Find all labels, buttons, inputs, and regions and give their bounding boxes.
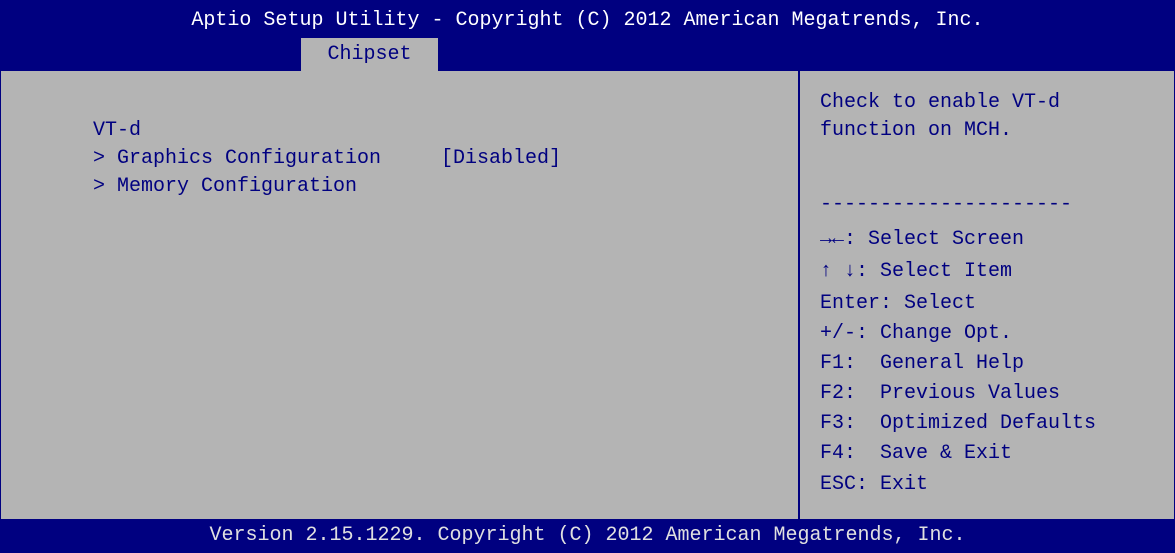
setting-label: > Memory Configuration xyxy=(93,175,358,198)
help-description-line: function on MCH. xyxy=(820,119,1013,142)
help-separator: --------------------- xyxy=(820,193,1073,216)
bios-screen: Aptio Setup Utility - Copyright (C) 2012… xyxy=(0,0,1175,553)
key-hint-select-item: ↑ ↓: Select Item xyxy=(820,260,1013,283)
help-panel: Check to enable VT-d function on MCH. --… xyxy=(800,71,1174,519)
key-hint-enter: Enter: Select xyxy=(820,292,977,315)
app-title: Aptio Setup Utility - Copyright (C) 2012… xyxy=(191,9,984,32)
up-down-arrows-icon: ↑ ↓ xyxy=(820,260,857,283)
footer-bar: Version 2.15.1229. Copyright (C) 2012 Am… xyxy=(1,519,1174,552)
key-hint-select-screen: →←: Select Screen xyxy=(820,228,1025,251)
key-hint-f1: F1: General Help xyxy=(820,352,1025,375)
key-hint-esc: ESC: Exit xyxy=(820,473,929,496)
submenu-graphics-configuration[interactable]: > Graphics Configuration xyxy=(21,117,381,170)
key-hint-change-opt: +/-: Change Opt. xyxy=(820,322,1013,345)
key-hint-f2: F2: Previous Values xyxy=(820,382,1061,405)
key-hint-f3: F3: Optimized Defaults xyxy=(820,412,1097,435)
tab-chipset[interactable]: Chipset xyxy=(301,38,438,71)
header-bar: Aptio Setup Utility - Copyright (C) 2012… xyxy=(1,1,1174,71)
submenu-memory-configuration[interactable]: > Memory Configuration xyxy=(21,145,357,198)
help-description-line: Check to enable VT-d xyxy=(820,91,1061,114)
key-hint-f4: F4: Save & Exit xyxy=(820,442,1013,465)
settings-panel: VT-d [Disabled] > Graphics Configuration… xyxy=(1,71,798,519)
left-right-arrows-icon: →← xyxy=(820,228,845,251)
setting-value[interactable]: [Disabled] xyxy=(441,145,561,173)
setting-vt-d[interactable]: VT-d [Disabled] xyxy=(21,89,561,170)
